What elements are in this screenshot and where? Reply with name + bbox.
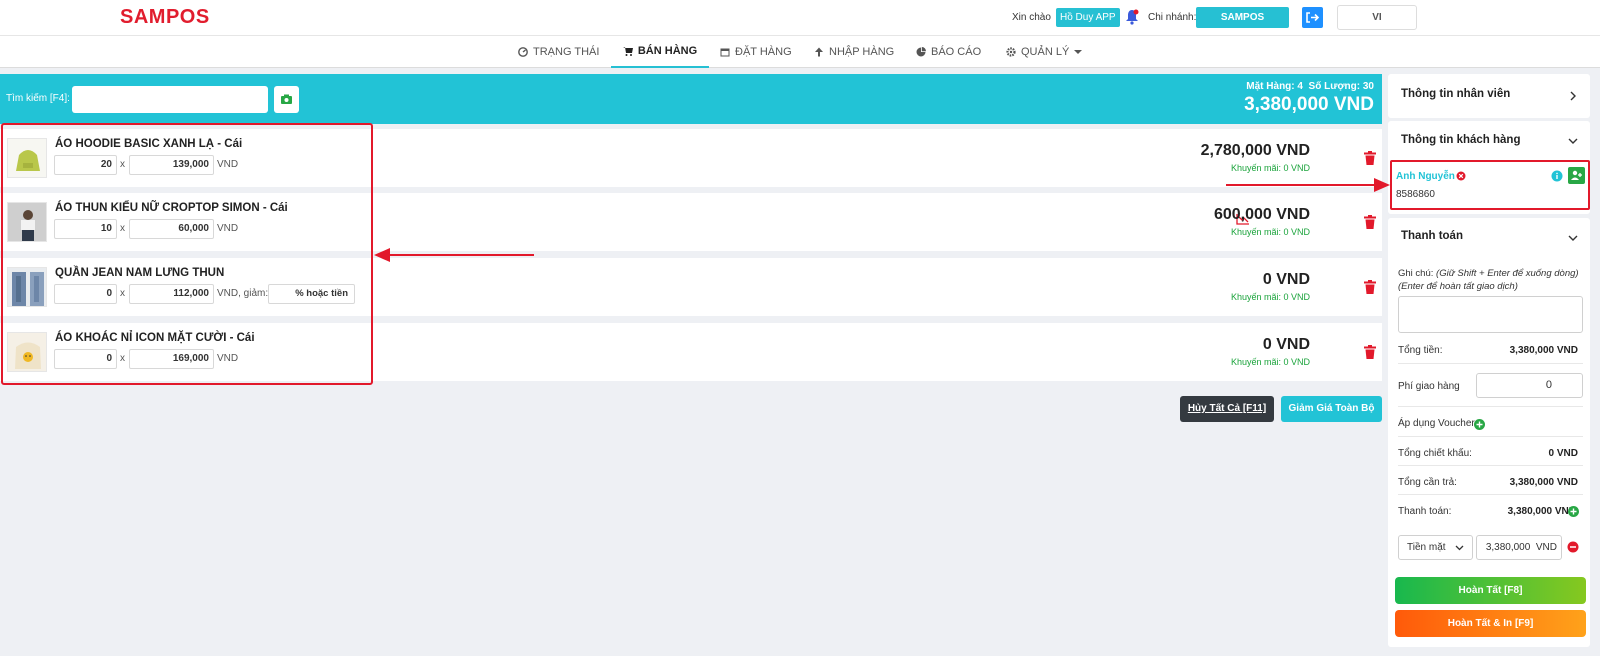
logout-icon (1306, 12, 1320, 23)
nav-dat-hang[interactable]: ĐẶT HÀNG (720, 36, 792, 68)
divider (1398, 363, 1583, 364)
remove-customer-icon[interactable] (1456, 171, 1466, 181)
discount-total-label: Tổng chiết khấu: (1398, 448, 1472, 459)
nav-label: QUẢN LÝ (1021, 46, 1070, 58)
customer-phone: 8586860 (1396, 189, 1435, 200)
note-label: Ghi chú: (Giữ Shift + Enter để xuống dòn… (1398, 268, 1579, 292)
finish-button[interactable]: Hoàn Tất [F8] (1395, 577, 1586, 604)
summary-counts: Mặt Hàng: 4 Số Lượng: 30 (1246, 81, 1374, 92)
user-badge[interactable]: Hồ Duy APP (1056, 8, 1120, 27)
trash-icon[interactable] (1364, 151, 1376, 165)
annotation-arrow-left (374, 248, 534, 262)
divider (1398, 436, 1583, 437)
promo-text: Khuyến mãi: 0 VND (1230, 292, 1310, 302)
branch-label: Chi nhánh: (1148, 12, 1197, 23)
branch-select-button[interactable]: SAMPOS (1196, 7, 1289, 28)
arrow-up-icon (815, 47, 823, 57)
promo-text: Khuyến mãi: 0 VND (1230, 227, 1310, 237)
dashboard-icon (518, 47, 528, 57)
cancel-all-button[interactable]: Hủy Tất Cả [F11] (1180, 396, 1274, 422)
total-value: 3,380,000 VND (1509, 345, 1578, 356)
nav-quan-ly[interactable]: QUẢN LÝ (1006, 36, 1083, 68)
caret-down-icon (1074, 50, 1083, 54)
pie-chart-icon (916, 47, 926, 57)
amount-due-label: Tổng cần trả: (1398, 477, 1457, 488)
app-logo[interactable]: SAMPOS (120, 6, 210, 29)
paid-label: Thanh toán: (1398, 506, 1452, 517)
chevron-right-icon (1570, 91, 1576, 101)
logout-button[interactable] (1302, 7, 1323, 28)
shipping-fee-input[interactable]: 0 (1476, 373, 1583, 398)
nav-bao-cao[interactable]: BÁO CÁO (916, 36, 981, 68)
total-label: Tổng tiền: (1398, 345, 1443, 356)
chevron-down-icon (1455, 545, 1464, 551)
discount-total-value: 0 VND (1548, 448, 1578, 459)
discount-all-button[interactable]: Giảm Giá Toàn Bộ (1281, 396, 1382, 422)
line-total: 0 VND (1262, 336, 1310, 353)
promo-text: Khuyến mãi: 0 VND (1230, 163, 1310, 173)
highlight-box-customer (1390, 160, 1590, 210)
divider (1398, 465, 1583, 466)
cart-icon (622, 47, 633, 56)
chevron-down-icon[interactable] (1568, 233, 1578, 243)
payment-method-select[interactable]: Tiền mặt (1398, 535, 1473, 560)
staff-panel-title: Thông tin nhân viên (1401, 88, 1511, 100)
nav-label: BÁO CÁO (931, 46, 982, 58)
chevron-down-icon[interactable] (1568, 136, 1578, 146)
top-bar: SAMPOS Xin chào Hồ Duy APP Chi nhánh: SA… (0, 0, 1600, 36)
product-search-input[interactable] (72, 86, 268, 113)
trash-icon[interactable] (1364, 215, 1376, 229)
customer-name[interactable]: Anh Nguyễn (1396, 171, 1455, 182)
user-plus-icon (1571, 170, 1582, 180)
trash-icon[interactable] (1364, 345, 1376, 359)
trash-icon[interactable] (1364, 280, 1376, 294)
info-icon[interactable] (1551, 170, 1563, 182)
line-total: 0 VND (1262, 271, 1310, 288)
search-bar: Tìm kiếm [F4]: Mặt Hàng: 4 Số Lượng: 30 … (0, 74, 1382, 124)
bell-icon[interactable] (1125, 9, 1139, 25)
finish-and-print-button[interactable]: Hoàn Tất & In [F9] (1395, 610, 1586, 637)
paid-value: 3,380,000 VND (1507, 506, 1576, 517)
cart-total: 3,380,000 VND (1244, 94, 1374, 115)
add-customer-button[interactable] (1568, 167, 1585, 184)
line-total: 600,000 VND (1213, 206, 1310, 223)
amount-due-value: 3,380,000 VND (1509, 477, 1578, 488)
nav-nhap-hang[interactable]: NHẬP HÀNG (814, 36, 894, 68)
cart-summary: Mặt Hàng: 4 Số Lượng: 30 3,380,000 VND (1244, 81, 1374, 116)
nav-label: ĐẶT HÀNG (735, 46, 792, 58)
nav-trang-thai[interactable]: TRẠNG THÁI (518, 36, 599, 68)
highlight-box-cart (1, 123, 373, 385)
nav-label: BÁN HÀNG (637, 45, 698, 57)
calendar-icon (720, 48, 730, 57)
staff-panel[interactable]: Thông tin nhân viên (1388, 74, 1590, 118)
line-total: 2,780,000 VND (1200, 142, 1310, 159)
promo-text: Khuyến mãi: 0 VND (1230, 357, 1310, 367)
search-label: Tìm kiếm [F4]: (6, 93, 70, 104)
customer-panel-title[interactable]: Thông tin khách hàng (1401, 134, 1520, 146)
payment-amount-input[interactable]: 3,380,000 VND (1476, 535, 1562, 560)
barcode-scan-button[interactable] (274, 86, 299, 113)
add-voucher-icon[interactable] (1474, 419, 1485, 430)
nav-label: TRẠNG THÁI (533, 46, 600, 58)
note-textarea[interactable] (1398, 296, 1583, 333)
divider (1398, 406, 1583, 407)
remove-payment-icon[interactable] (1567, 541, 1579, 553)
nav-ban-hang[interactable]: BÁN HÀNG (611, 36, 709, 68)
add-payment-icon[interactable] (1568, 506, 1579, 517)
main-nav: TRẠNG THÁI BÁN HÀNG ĐẶT HÀNG NHẬP HÀNG B… (0, 36, 1600, 68)
payment-panel-title[interactable]: Thanh toán (1401, 230, 1463, 242)
nav-label: NHẬP HÀNG (829, 46, 895, 58)
divider (1398, 494, 1583, 495)
language-select[interactable]: VI (1337, 5, 1417, 30)
annotation-arrow-right (1226, 178, 1390, 192)
voucher-label: Áp dụng Voucher (1398, 418, 1475, 429)
greeting-text: Xin chào (1012, 12, 1051, 23)
shipping-label: Phí giao hàng (1398, 381, 1460, 392)
camera-icon (281, 94, 292, 104)
gear-icon (1006, 47, 1016, 57)
